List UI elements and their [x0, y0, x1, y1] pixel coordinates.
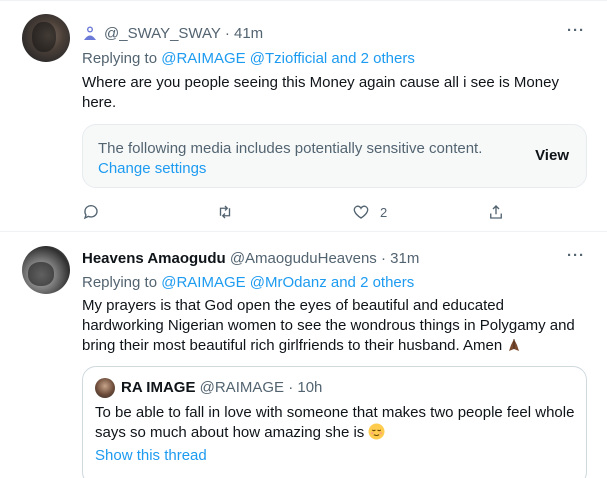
separator: ·: [380, 250, 386, 267]
display-name[interactable]: @_SWAY_SWAY: [104, 25, 221, 42]
quote-handle[interactable]: @RAIMAGE: [200, 379, 284, 396]
tweet-text-content: My prayers is that God open the eyes of …: [82, 297, 575, 354]
show-thread-link[interactable]: Show this thread: [95, 446, 207, 466]
tweet-time[interactable]: 41m: [234, 25, 263, 42]
replying-prefix: Replying to: [82, 274, 158, 291]
tweet-actions: 2: [0, 203, 607, 223]
praying-hands-emoji-icon: [509, 339, 520, 351]
quoted-tweet[interactable]: RA IMAGE @RAIMAGE · 10h To be able to fa…: [82, 366, 587, 478]
replying-to: Replying to @RAIMAGE @MrOdanz and 2 othe…: [82, 273, 414, 293]
like-button[interactable]: 2: [352, 203, 387, 221]
more-dots-icon[interactable]: ···: [567, 247, 585, 264]
quote-text-content: To be able to fall in love with someone …: [95, 404, 575, 441]
avatar[interactable]: [95, 378, 115, 398]
avatar[interactable]: [22, 246, 70, 294]
replying-links[interactable]: @RAIMAGE @Tziofficial and 2 others: [161, 50, 415, 67]
more-dots-icon[interactable]: ···: [567, 22, 585, 39]
tweet-header: Heavens Amaogudu @AmaoguduHeavens · 31m: [82, 249, 419, 269]
tweet-text: My prayers is that God open the eyes of …: [82, 296, 587, 356]
replying-to: Replying to @RAIMAGE @Tziofficial and 2 …: [82, 49, 415, 69]
replying-links[interactable]: @RAIMAGE @MrOdanz and 2 others: [161, 274, 414, 291]
reply-icon: [83, 205, 98, 220]
reply-button[interactable]: [82, 203, 100, 221]
handle[interactable]: @AmaoguduHeavens: [230, 250, 377, 267]
quote-text: To be able to fall in love with someone …: [95, 403, 575, 443]
relieved-face-emoji-icon: [369, 423, 385, 440]
change-settings-link[interactable]: Change settings: [98, 159, 206, 179]
quote-header: RA IMAGE @RAIMAGE · 10h: [121, 378, 322, 398]
like-count: 2: [380, 204, 388, 220]
share-icon: [490, 205, 502, 219]
separator: ·: [288, 379, 294, 396]
retweet-button[interactable]: [216, 203, 234, 221]
tweet-time[interactable]: 31m: [390, 250, 419, 267]
view-button[interactable]: View: [535, 147, 569, 164]
share-button[interactable]: [487, 203, 505, 221]
quote-display-name[interactable]: RA IMAGE: [121, 379, 195, 396]
retweet-icon: [219, 205, 231, 219]
person-emoji-icon: [84, 26, 96, 40]
tweet-header: @_SWAY_SWAY · 41m: [82, 24, 263, 44]
tweet-1[interactable]: @_SWAY_SWAY · 41m ··· Replying to @RAIMA…: [0, 0, 607, 232]
separator: ·: [224, 25, 230, 42]
quote-time: 10h: [297, 379, 323, 396]
media-notice-text: The following media includes potentially…: [98, 140, 483, 157]
display-name[interactable]: Heavens Amaogudu: [82, 250, 226, 267]
sensitive-media-notice: The following media includes potentially…: [82, 124, 587, 188]
avatar[interactable]: [22, 14, 70, 62]
tweet-text: Where are you people seeing this Money a…: [82, 74, 559, 111]
heart-icon: [353, 205, 369, 219]
replying-prefix: Replying to: [82, 50, 158, 67]
